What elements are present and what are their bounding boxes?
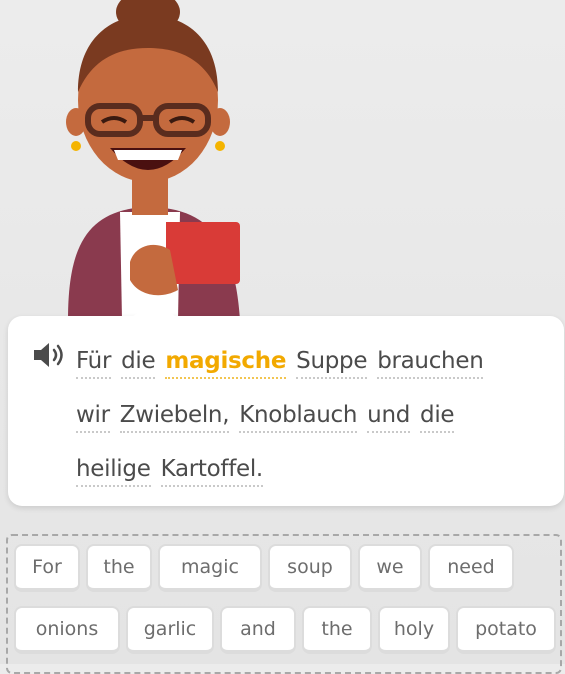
sentence-word[interactable]: die (121, 347, 156, 379)
sentence-word-highlighted[interactable]: magische (165, 347, 286, 379)
sentence-word[interactable]: wir (76, 401, 110, 433)
word-bank: For the magic soup we need onions garlic… (6, 534, 562, 674)
word-tile[interactable]: and (220, 606, 296, 654)
word-tile[interactable]: magic (158, 544, 262, 592)
sentence-word[interactable]: Kartoffel. (160, 455, 263, 487)
word-tile[interactable]: onions (14, 606, 120, 654)
word-tile[interactable]: the (302, 606, 372, 654)
word-tile[interactable]: need (428, 544, 514, 592)
word-tile[interactable]: For (14, 544, 80, 592)
sentence-word[interactable]: Für (76, 347, 111, 379)
word-tile[interactable]: we (358, 544, 422, 592)
character-illustration (40, 0, 280, 320)
word-tile[interactable]: the (86, 544, 152, 592)
sentence-word[interactable]: Knoblauch (239, 401, 357, 433)
sentence-word[interactable]: brauchen (377, 347, 484, 379)
sentence-word[interactable]: Suppe (296, 347, 367, 379)
sentence-word[interactable]: die (420, 401, 455, 433)
word-tile[interactable]: potato (456, 606, 556, 654)
speech-bubble: Für die magische Suppe brauchen wir Zwie… (8, 302, 564, 506)
teacher-character-icon (66, 0, 240, 320)
sentence-word[interactable]: und (367, 401, 410, 433)
word-tile[interactable]: garlic (126, 606, 214, 654)
word-tile[interactable]: holy (378, 606, 450, 654)
sentence-text: Für die magische Suppe brauchen wir Zwie… (76, 334, 546, 496)
sentence-word[interactable]: Zwiebeln, (119, 401, 230, 433)
speaker-icon[interactable] (32, 340, 68, 370)
sentence-word[interactable]: heilige (76, 455, 151, 487)
speech-bubble-tail (130, 302, 178, 318)
word-tile[interactable]: soup (268, 544, 352, 592)
